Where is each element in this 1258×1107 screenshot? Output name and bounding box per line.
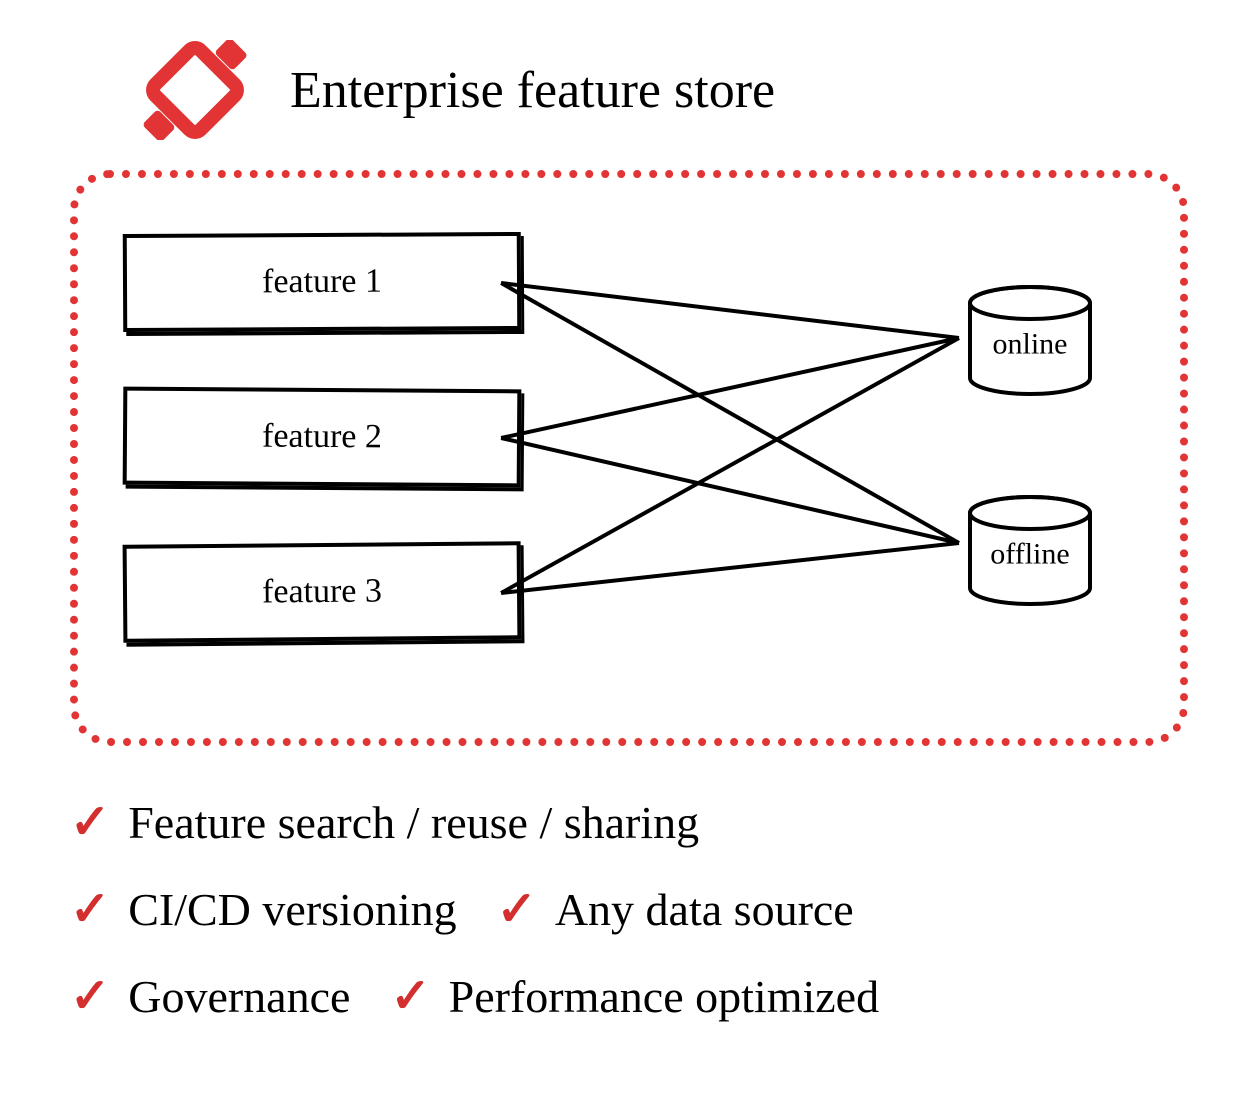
database-label: online	[993, 327, 1068, 361]
feature-box-2: feature 2	[123, 387, 522, 488]
feature-label: feature 1	[262, 263, 382, 302]
database-online: online	[960, 283, 1100, 398]
bullet-item: ✓ Governance	[70, 970, 350, 1023]
check-icon: ✓	[70, 973, 110, 1021]
bullet-item: ✓ Feature search / reuse / sharing	[70, 796, 699, 849]
feature-box-3: feature 3	[123, 541, 522, 642]
feature-label: feature 2	[262, 418, 382, 457]
diagram-title: Enterprise feature store	[290, 61, 775, 120]
bullet-row: ✓ CI/CD versioning ✓ Any data source	[70, 883, 1188, 936]
feature-box-1: feature 1	[123, 232, 522, 332]
database-offline: offline	[960, 493, 1100, 608]
feature-store-container: feature 1 feature 2 feature 3 online off…	[70, 170, 1188, 746]
bullet-text: Feature search / reuse / sharing	[128, 796, 699, 849]
brand-logo-icon	[140, 40, 250, 140]
check-icon: ✓	[70, 886, 110, 934]
check-icon: ✓	[70, 799, 110, 847]
diagram-canvas: feature 1 feature 2 feature 3 online off…	[123, 223, 1130, 683]
bullet-row: ✓ Feature search / reuse / sharing	[70, 796, 1188, 849]
bullet-item: ✓ Performance optimized	[390, 970, 879, 1023]
bullet-item: ✓ Any data source	[497, 883, 854, 936]
bullet-text: CI/CD versioning	[128, 883, 456, 936]
bullet-text: Governance	[128, 970, 350, 1023]
bullet-row: ✓ Governance ✓ Performance optimized	[70, 970, 1188, 1023]
bullet-text: Any data source	[555, 883, 854, 936]
bullet-text: Performance optimized	[449, 970, 879, 1023]
database-label: offline	[990, 537, 1069, 571]
bullet-list: ✓ Feature search / reuse / sharing ✓ CI/…	[40, 786, 1218, 1067]
feature-label: feature 3	[262, 572, 382, 611]
check-icon: ✓	[390, 973, 430, 1021]
bullet-item: ✓ CI/CD versioning	[70, 883, 457, 936]
diagram-header: Enterprise feature store	[40, 40, 1218, 140]
check-icon: ✓	[497, 886, 537, 934]
